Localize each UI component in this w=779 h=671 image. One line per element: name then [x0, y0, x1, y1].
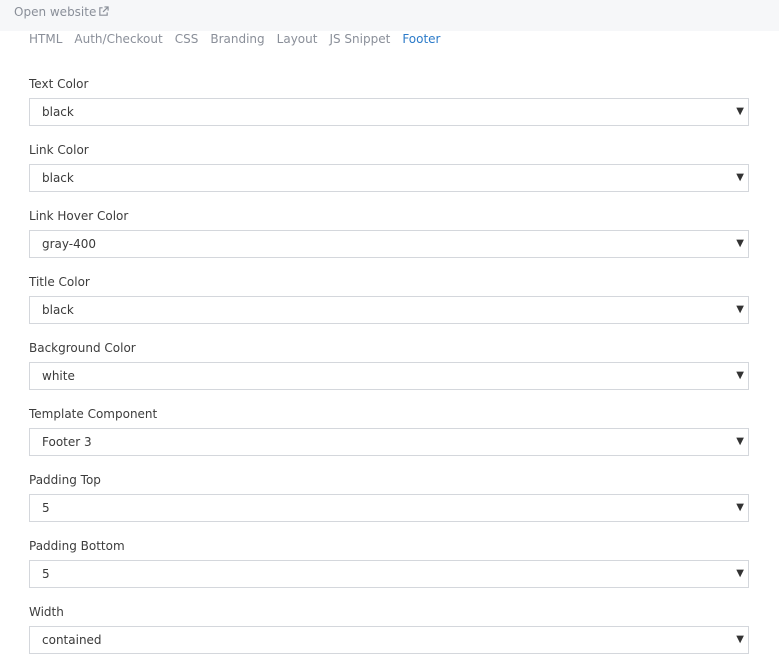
- width-field: Width contained ▼: [29, 605, 749, 671]
- padding-bottom-label: Padding Bottom: [29, 539, 125, 553]
- caret-down-icon: ▼: [736, 634, 744, 645]
- top-bar: Open website: [0, 0, 779, 31]
- title-color-select[interactable]: black ▼: [29, 296, 749, 324]
- caret-down-icon: ▼: [736, 436, 744, 447]
- tab-footer[interactable]: Footer: [402, 31, 440, 49]
- caret-down-icon: ▼: [736, 502, 744, 513]
- footer-settings-form: Text Color black ▼ Link Color black ▼ Li…: [29, 77, 749, 671]
- padding-bottom-value: 5: [42, 567, 50, 581]
- title-color-field: Title Color black ▼: [29, 275, 749, 341]
- padding-bottom-field: Padding Bottom 5 ▼: [29, 539, 749, 605]
- text-color-field: Text Color black ▼: [29, 77, 749, 143]
- caret-down-icon: ▼: [736, 106, 744, 117]
- link-color-select[interactable]: black ▼: [29, 164, 749, 192]
- link-color-value: black: [42, 171, 74, 185]
- caret-down-icon: ▼: [736, 172, 744, 183]
- open-website-label: Open website: [14, 5, 97, 19]
- padding-top-field: Padding Top 5 ▼: [29, 473, 749, 539]
- background-color-value: white: [42, 369, 75, 383]
- tab-branding[interactable]: Branding: [210, 31, 264, 49]
- tab-css[interactable]: CSS: [175, 31, 199, 49]
- template-component-select[interactable]: Footer 3 ▼: [29, 428, 749, 456]
- text-color-value: black: [42, 105, 74, 119]
- width-value: contained: [42, 633, 102, 647]
- background-color-field: Background Color white ▼: [29, 341, 749, 407]
- padding-top-label: Padding Top: [29, 473, 101, 487]
- tab-html[interactable]: HTML: [29, 31, 62, 49]
- text-color-label: Text Color: [29, 77, 89, 91]
- title-color-label: Title Color: [29, 275, 90, 289]
- text-color-select[interactable]: black ▼: [29, 98, 749, 126]
- link-hover-color-field: Link Hover Color gray-400 ▼: [29, 209, 749, 275]
- title-color-value: black: [42, 303, 74, 317]
- tab-js-snippet[interactable]: JS Snippet: [329, 31, 390, 49]
- tab-layout[interactable]: Layout: [277, 31, 318, 49]
- caret-down-icon: ▼: [736, 370, 744, 381]
- template-component-field: Template Component Footer 3 ▼: [29, 407, 749, 473]
- open-website-link[interactable]: Open website: [14, 5, 110, 19]
- caret-down-icon: ▼: [736, 304, 744, 315]
- background-color-select[interactable]: white ▼: [29, 362, 749, 390]
- width-select[interactable]: contained ▼: [29, 626, 749, 654]
- link-hover-color-select[interactable]: gray-400 ▼: [29, 230, 749, 258]
- padding-top-select[interactable]: 5 ▼: [29, 494, 749, 522]
- settings-tabs: HTML Auth/Checkout CSS Branding Layout J…: [29, 31, 453, 49]
- link-hover-color-value: gray-400: [42, 237, 97, 251]
- link-color-label: Link Color: [29, 143, 89, 157]
- link-hover-color-label: Link Hover Color: [29, 209, 129, 223]
- padding-bottom-select[interactable]: 5 ▼: [29, 560, 749, 588]
- width-label: Width: [29, 605, 64, 619]
- caret-down-icon: ▼: [736, 568, 744, 579]
- external-link-icon: [99, 5, 110, 16]
- template-component-label: Template Component: [29, 407, 158, 421]
- background-color-label: Background Color: [29, 341, 136, 355]
- caret-down-icon: ▼: [736, 238, 744, 249]
- padding-top-value: 5: [42, 501, 50, 515]
- template-component-value: Footer 3: [42, 435, 92, 449]
- tab-auth-checkout[interactable]: Auth/Checkout: [74, 31, 162, 49]
- link-color-field: Link Color black ▼: [29, 143, 749, 209]
